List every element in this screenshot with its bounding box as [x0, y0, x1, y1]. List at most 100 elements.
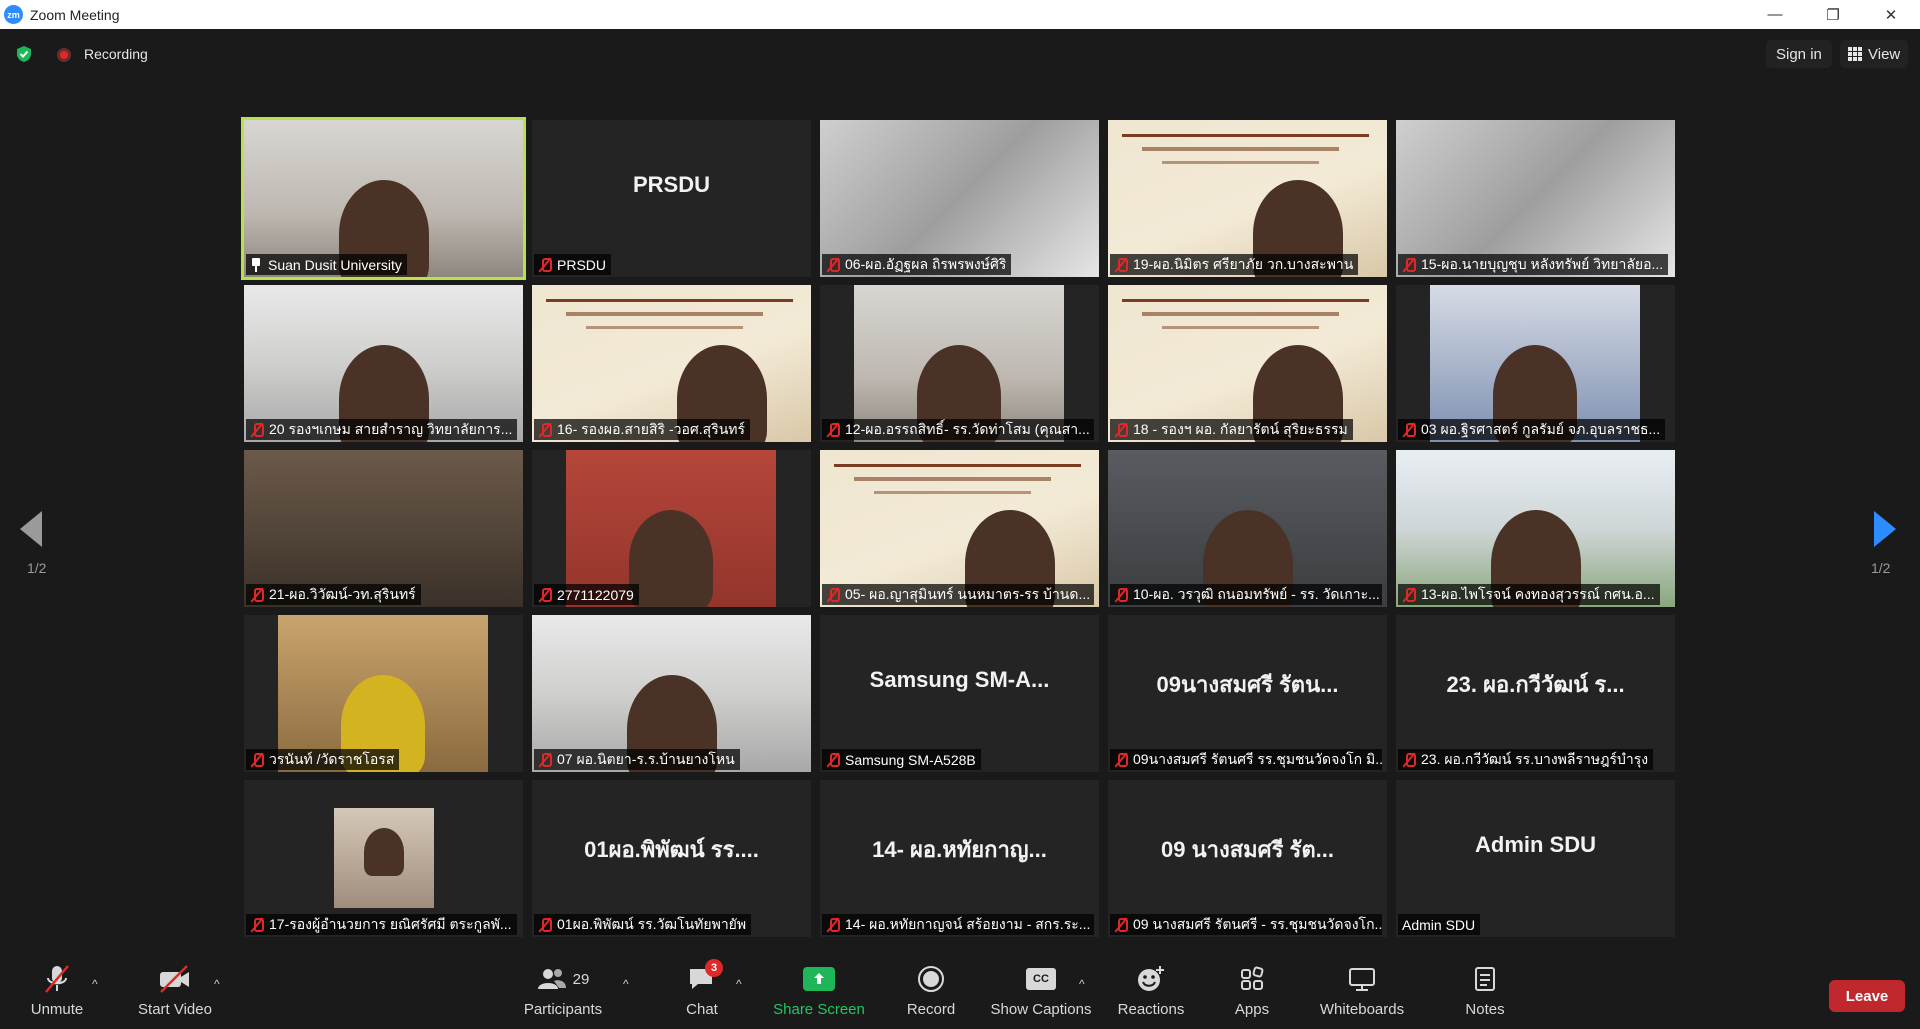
meeting-topbar: Recording Sign in View	[0, 29, 1920, 79]
view-button[interactable]: View	[1840, 40, 1909, 68]
participant-tile[interactable]: Suan Dusit University	[241, 117, 526, 280]
participant-tile[interactable]: 10-ผอ. วรวุฒิ ถนอมทรัพย์ - รร. วัดเกาะ..…	[1108, 450, 1387, 607]
camera-off-icon	[158, 961, 192, 997]
minimize-button[interactable]: —	[1746, 0, 1804, 29]
participant-tile[interactable]: 09นางสมศรี รัตน... 09นางสมศรี รัตนศรี รร.…	[1108, 615, 1387, 772]
participant-tile[interactable]: 19-ผอ.นิมิตร ศรียาภัย วก.บางสะพาน	[1108, 120, 1387, 277]
muted-mic-icon	[1402, 422, 1416, 437]
restore-button[interactable]: ❐	[1804, 0, 1862, 29]
notes-button[interactable]: Notes	[1463, 961, 1507, 1018]
start-video-label: Start Video	[138, 1001, 212, 1018]
muted-mic-icon	[826, 917, 840, 932]
participant-name-label: Samsung SM-A528B	[822, 749, 981, 770]
participant-label-text: 23. ผอ.กวีวัฒน์ รร.บางพลีราษฎร์บำรุง	[1421, 750, 1649, 767]
meeting-toolbar: Unmute ^ Start Video ^ 29 Participants ^…	[0, 955, 1920, 1029]
audio-options-caret-icon[interactable]: ^	[92, 977, 98, 991]
participant-tile[interactable]: 09 นางสมศรี รัต... 09 นางสมศรี รัตนศรี - …	[1108, 780, 1387, 937]
participant-label-text: 19-ผอ.นิมิตร ศรียาภัย วก.บางสะพาน	[1133, 255, 1354, 272]
security-shield-icon[interactable]	[15, 45, 33, 63]
shared-slide-graphic	[1122, 134, 1369, 174]
record-button[interactable]: Record	[905, 961, 957, 1018]
participant-label-text: 12-ผอ.อรรถสิทธิ์- รร.วัดท่าโสม (คุณสา...	[845, 420, 1090, 437]
window-titlebar: zm Zoom Meeting — ❐ ✕	[0, 0, 1920, 29]
video-options-caret-icon[interactable]: ^	[214, 977, 220, 991]
participants-icon	[537, 969, 566, 989]
notes-icon	[1473, 961, 1497, 997]
participant-name-label: 17-รองผู้อำนวยการ ยณิศรัศมี ตระกูลพั...	[246, 914, 517, 935]
share-screen-button[interactable]: Share Screen	[772, 961, 866, 1018]
muted-mic-icon	[826, 257, 840, 272]
participant-tile[interactable]: 05- ผอ.ญาสุมินทร์ นนหมาตร-รร บ้านด...	[820, 450, 1099, 607]
participant-tile[interactable]: 03 ผอ.ฐิรศาสตร์ กูลรัมย์ จภ.อุบลราชธ...	[1396, 285, 1675, 442]
previous-page-arrow-icon[interactable]	[20, 511, 42, 547]
participant-tile[interactable]: 23. ผอ.กวีวัฒน์ ร... 23. ผอ.กวีวัฒน์ รร.บ…	[1396, 615, 1675, 772]
participant-tile[interactable]: 12-ผอ.อรรถสิทธิ์- รร.วัดท่าโสม (คุณสา...	[820, 285, 1099, 442]
captions-caret-icon[interactable]: ^	[1079, 977, 1085, 991]
show-captions-button[interactable]: CC Show Captions	[990, 961, 1092, 1018]
chat-caret-icon[interactable]: ^	[736, 977, 742, 991]
participants-button[interactable]: 29 Participants	[521, 961, 605, 1018]
participant-tile[interactable]: 20 รองฯเกษม สายสำราญ วิทยาลัยการ...	[244, 285, 523, 442]
participants-caret-icon[interactable]: ^	[623, 977, 629, 991]
participant-tile[interactable]: 14- ผอ.หทัยกาญ... 14- ผอ.หทัยกาญจน์ สร้อย…	[820, 780, 1099, 937]
grid-view-icon	[1848, 47, 1862, 61]
muted-mic-icon	[1114, 422, 1128, 437]
next-page-arrow-icon[interactable]	[1874, 511, 1896, 547]
whiteboards-button[interactable]: Whiteboards	[1318, 961, 1406, 1018]
participant-label-text: 13-ผอ.ไพโรจน์ คงทองสุวรรณ์ กศน.อ...	[1421, 585, 1655, 602]
window-title: Zoom Meeting	[30, 6, 120, 23]
participant-name-label: 09 นางสมศรี รัตนศรี - รร.ชุมชนวัดจงโก...	[1110, 914, 1382, 935]
participant-tile[interactable]: 13-ผอ.ไพโรจน์ คงทองสุวรรณ์ กศน.อ...	[1396, 450, 1675, 607]
participant-tile[interactable]: 2771122079	[532, 450, 811, 607]
reactions-icon	[1136, 961, 1166, 997]
unmute-label: Unmute	[30, 1001, 84, 1018]
participant-display-name: 09นางสมศรี รัตน...	[1156, 672, 1339, 697]
share-screen-label: Share Screen	[773, 1001, 865, 1018]
participant-tile[interactable]: 18 - รองฯ ผอ. กัลยารัตน์ สุริยะธรรม	[1108, 285, 1387, 442]
participant-tile[interactable]: 15-ผอ.นายบุญชุบ หลังทรัพย์ วิทยาลัยอ...	[1396, 120, 1675, 277]
participant-display-name: 23. ผอ.กวีวัฒน์ ร...	[1446, 672, 1625, 697]
show-captions-label: Show Captions	[990, 1001, 1092, 1018]
close-window-button[interactable]: ✕	[1862, 0, 1920, 29]
muted-mic-icon	[1114, 752, 1128, 767]
person-silhouette	[629, 510, 713, 607]
participant-tile[interactable]: 01ผอ.พิพัฒน์ รร.... 01ผอ.พิพัฒน์ รร.วัฒโน…	[532, 780, 811, 937]
participant-name-label: 18 - รองฯ ผอ. กัลยารัตน์ สุริยะธรรม	[1110, 419, 1353, 440]
record-label: Record	[906, 1001, 956, 1018]
muted-mic-icon	[250, 917, 264, 932]
participant-label-text: 03 ผอ.ฐิรศาสตร์ กูลรัมย์ จภ.อุบลราชธ...	[1421, 420, 1661, 437]
chat-label: Chat	[686, 1001, 718, 1018]
start-video-button[interactable]: Start Video	[134, 961, 216, 1018]
participant-name-label: 07 ผอ.นิตยา-ร.ร.บ้านยางโหน	[534, 749, 740, 770]
recording-icon	[57, 48, 71, 62]
participant-name-label: 12-ผอ.อรรถสิทธิ์- รร.วัดท่าโสม (คุณสา...	[822, 419, 1094, 440]
participant-video	[334, 808, 434, 908]
participant-tile[interactable]: Samsung SM-A... Samsung SM-A528B	[820, 615, 1099, 772]
participant-tile[interactable]: 17-รองผู้อำนวยการ ยณิศรัศมี ตระกูลพั...	[244, 780, 523, 937]
chat-button[interactable]: 3 Chat	[680, 959, 724, 1018]
participant-tile[interactable]: Admin SDU Admin SDU	[1396, 780, 1675, 937]
leave-button[interactable]: Leave	[1829, 980, 1905, 1012]
share-screen-icon	[803, 967, 835, 991]
participant-name-label: 10-ผอ. วรวุฒิ ถนอมทรัพย์ - รร. วัดเกาะ..…	[1110, 584, 1382, 605]
participant-label-text: 05- ผอ.ญาสุมินทร์ นนหมาตร-รร บ้านด...	[845, 585, 1091, 602]
participant-label-text: 21-ผอ.วิวัฒน์-วท.สุรินทร์	[269, 585, 416, 602]
apps-button[interactable]: Apps	[1234, 961, 1270, 1018]
participant-name-label: 05- ผอ.ญาสุมินทร์ นนหมาตร-รร บ้านด...	[822, 584, 1094, 605]
participant-tile[interactable]: 06-ผอ.อัฏฐผล ถิรพรพงษ์ศิริ	[820, 120, 1099, 277]
participant-tile[interactable]: 07 ผอ.นิตยา-ร.ร.บ้านยางโหน	[532, 615, 811, 772]
participant-tile[interactable]: 16- รองผอ.สายสิริ -วอศ.สุรินทร์	[532, 285, 811, 442]
participant-tile[interactable]: PRSDU PRSDU	[532, 120, 811, 277]
participant-name-label: 21-ผอ.วิวัฒน์-วท.สุรินทร์	[246, 584, 421, 605]
whiteboard-icon	[1347, 961, 1377, 997]
participant-label-text: 01ผอ.พิพัฒน์ รร.วัฒโนทัยพายัพ	[557, 915, 747, 932]
reactions-button[interactable]: Reactions	[1117, 961, 1185, 1018]
participant-tile[interactable]: วรนันท์ /วัดราชโอรส	[244, 615, 523, 772]
sign-in-button[interactable]: Sign in	[1766, 40, 1832, 68]
participant-name-label: 01ผอ.พิพัฒน์ รร.วัฒโนทัยพายัพ	[534, 914, 752, 935]
participant-tile[interactable]: 21-ผอ.วิวัฒน์-วท.สุรินทร์	[244, 450, 523, 607]
shared-slide-graphic	[546, 299, 793, 339]
unmute-button[interactable]: Unmute	[28, 961, 86, 1018]
page-indicator-left: 1/2	[27, 560, 47, 576]
page-indicator-right: 1/2	[1871, 560, 1891, 576]
